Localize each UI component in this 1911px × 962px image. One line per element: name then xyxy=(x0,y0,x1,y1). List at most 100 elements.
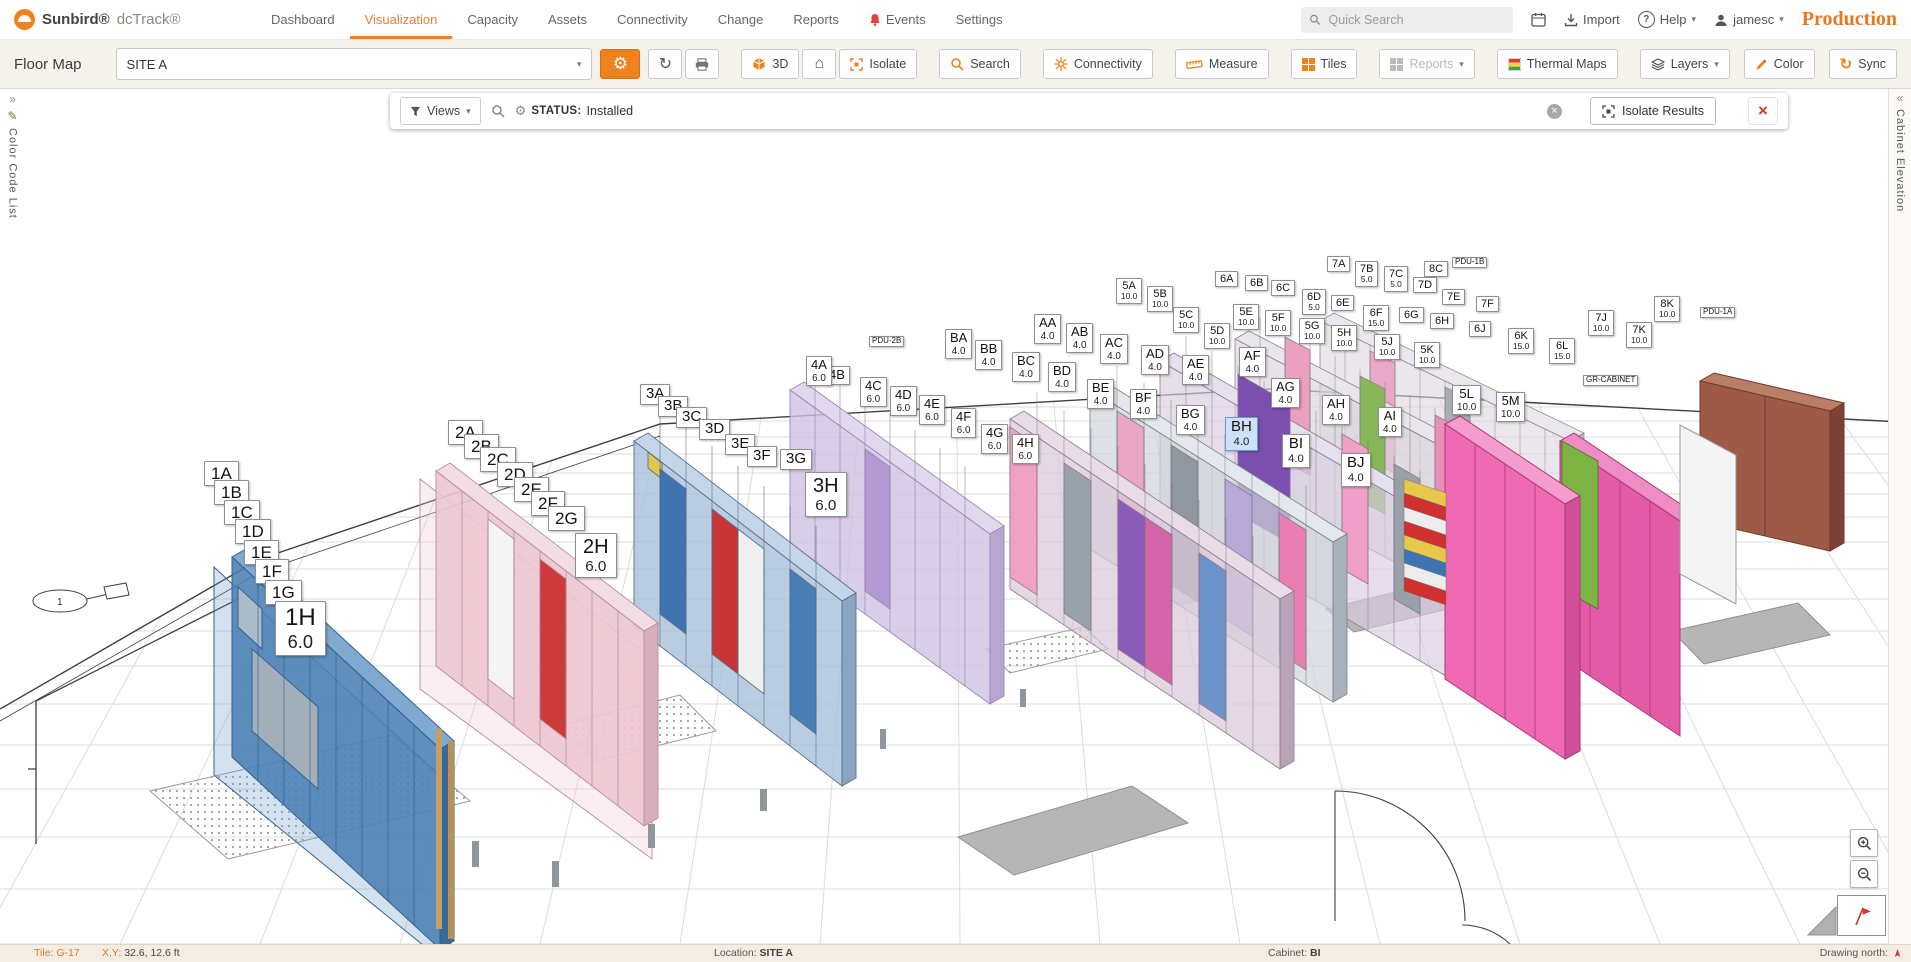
cabinet-label-BE[interactable]: BE4.0 xyxy=(1087,379,1114,409)
thermal-maps-button[interactable]: Thermal Maps xyxy=(1497,49,1618,79)
cabinet-label-6C[interactable]: 6C xyxy=(1271,280,1295,296)
cabinet-label-1H[interactable]: 1H6.0 xyxy=(275,601,326,656)
cabinet-label-5H[interactable]: 5H10.0 xyxy=(1331,325,1357,351)
cabinet-label-6A[interactable]: 6A xyxy=(1215,271,1238,287)
floor-map-canvas[interactable]: 1 xyxy=(0,89,1911,944)
cabinet-label-AH[interactable]: AH4.0 xyxy=(1322,395,1350,425)
cabinet-label-4F[interactable]: 4F6.0 xyxy=(951,408,976,438)
cabinet-label-8K[interactable]: 8K10.0 xyxy=(1654,296,1680,322)
cabinet-elevation-tab[interactable]: « Cabinet Elevation xyxy=(1888,89,1911,944)
cabinet-label-BJ[interactable]: BJ4.0 xyxy=(1341,453,1371,487)
tiles-button[interactable]: Tiles xyxy=(1291,49,1358,79)
sync-button[interactable]: ↻ Sync xyxy=(1829,49,1897,79)
cabinet-label-BB[interactable]: BB4.0 xyxy=(975,340,1002,370)
nav-item-assets[interactable]: Assets xyxy=(533,0,602,39)
cabinet-label-AB[interactable]: AB4.0 xyxy=(1066,323,1093,353)
cabinet-label-AI[interactable]: AI4.0 xyxy=(1378,407,1402,437)
cabinet-label-4H[interactable]: 4H6.0 xyxy=(1012,434,1039,464)
cabinet-label-6H[interactable]: 6H xyxy=(1430,313,1454,329)
color-code-list-tab[interactable]: » ✎ Color Code List xyxy=(0,89,25,944)
settings-gear-button[interactable]: ⚙ xyxy=(600,49,640,79)
cabinet-label-7F[interactable]: 7F xyxy=(1476,296,1499,312)
cabinet-label-PDU-1B[interactable]: PDU-1B xyxy=(1452,257,1487,268)
cabinet-label-7B[interactable]: 7B5.0 xyxy=(1355,261,1378,287)
cabinet-label-2G[interactable]: 2G xyxy=(548,506,585,531)
help-menu[interactable]: ? Help ▾ xyxy=(1638,11,1696,28)
nav-item-reports[interactable]: Reports xyxy=(778,0,854,39)
cabinet-label-5C[interactable]: 5C10.0 xyxy=(1173,307,1199,333)
cabinet-label-4D[interactable]: 4D6.0 xyxy=(890,386,917,416)
cabinet-label-BI[interactable]: BI4.0 xyxy=(1282,434,1310,468)
cabinet-label-7A[interactable]: 7A xyxy=(1327,256,1350,272)
cabinet-label-BF[interactable]: BF4.0 xyxy=(1130,389,1157,419)
zoom-out-button[interactable] xyxy=(1850,860,1878,888)
cabinet-label-4A[interactable]: 4A6.0 xyxy=(806,356,832,386)
cabinet-label-3F[interactable]: 3F xyxy=(747,446,777,467)
cabinet-label-5D[interactable]: 5D10.0 xyxy=(1204,323,1230,349)
cabinet-label-AC[interactable]: AC4.0 xyxy=(1100,334,1128,364)
import-button[interactable]: Import xyxy=(1564,12,1620,27)
close-filter-button[interactable]: × xyxy=(1748,97,1778,125)
reports-dropdown-button[interactable]: Reports ▾ xyxy=(1379,49,1474,79)
cabinet-label-4E[interactable]: 4E6.0 xyxy=(919,395,945,425)
measure-button[interactable]: Measure xyxy=(1175,49,1269,79)
nav-item-connectivity[interactable]: Connectivity xyxy=(602,0,703,39)
home-button[interactable]: ⌂ xyxy=(802,49,836,79)
search-button[interactable]: Search xyxy=(939,49,1021,79)
cabinet-label-7K[interactable]: 7K10.0 xyxy=(1626,322,1652,348)
cabinet-label-5L[interactable]: 5L10.0 xyxy=(1452,385,1481,415)
print-button[interactable] xyxy=(685,49,719,79)
cabinet-label-AD[interactable]: AD4.0 xyxy=(1141,345,1169,375)
app-logo[interactable]: Sunbird® dcTrack® xyxy=(14,9,214,30)
cabinet-label-7J[interactable]: 7J10.0 xyxy=(1588,310,1614,336)
collapse-panel-icon[interactable]: « xyxy=(1897,93,1904,103)
cabinet-label-7C[interactable]: 7C5.0 xyxy=(1384,266,1408,292)
site-selector[interactable]: SITE A ▾ xyxy=(116,48,593,80)
cabinet-label-3H[interactable]: 3H6.0 xyxy=(805,472,847,517)
zoom-in-button[interactable] xyxy=(1850,829,1878,857)
quick-search-input[interactable] xyxy=(1327,12,1505,28)
cabinet-label-BC[interactable]: BC4.0 xyxy=(1012,352,1040,382)
isolate-results-button[interactable]: Isolate Results xyxy=(1590,97,1716,125)
cabinet-label-5M[interactable]: 5M10.0 xyxy=(1496,392,1525,422)
quick-search[interactable] xyxy=(1301,7,1513,33)
cabinet-label-7D[interactable]: 7D xyxy=(1413,277,1437,293)
cabinet-label-BG[interactable]: BG4.0 xyxy=(1176,405,1205,435)
cabinet-label-8C[interactable]: 8C xyxy=(1424,261,1448,277)
expand-panel-icon[interactable]: » xyxy=(9,94,16,104)
3d-view-button[interactable]: 3D xyxy=(741,49,799,79)
cabinet-label-3G[interactable]: 3G xyxy=(780,449,812,470)
cabinet-label-6L[interactable]: 6L15.0 xyxy=(1549,338,1575,364)
nav-item-visualization[interactable]: Visualization xyxy=(350,0,453,39)
refresh-button[interactable]: ↻ xyxy=(648,49,682,79)
nav-item-change[interactable]: Change xyxy=(703,0,779,39)
cabinet-label-5A[interactable]: 5A10.0 xyxy=(1116,278,1142,304)
isolate-button[interactable]: Isolate xyxy=(839,49,917,79)
north-orientation-widget[interactable] xyxy=(1837,895,1886,936)
cabinet-label-6E[interactable]: 6E xyxy=(1331,295,1354,311)
cabinet-label-BH[interactable]: BH4.0 xyxy=(1225,417,1258,451)
layers-dropdown-button[interactable]: Layers ▾ xyxy=(1640,49,1730,79)
cabinet-label-5J[interactable]: 5J10.0 xyxy=(1374,334,1400,360)
cabinet-label-PDU-2B[interactable]: PDU-2B xyxy=(869,336,904,347)
nav-item-capacity[interactable]: Capacity xyxy=(452,0,533,39)
clear-filter-icon[interactable]: × xyxy=(1547,104,1562,119)
cabinet-label-5G[interactable]: 5G10.0 xyxy=(1299,318,1325,344)
cabinet-label-BD[interactable]: BD4.0 xyxy=(1048,362,1076,392)
cabinet-label-5K[interactable]: 5K10.0 xyxy=(1414,342,1440,368)
calendar-button[interactable] xyxy=(1531,12,1546,27)
color-button[interactable]: Color xyxy=(1744,49,1815,79)
cabinet-label-AE[interactable]: AE4.0 xyxy=(1182,355,1209,385)
cabinet-label-4C[interactable]: 4C6.0 xyxy=(860,377,887,407)
cabinet-label-7E[interactable]: 7E xyxy=(1442,289,1465,305)
cabinet-label-6J[interactable]: 6J xyxy=(1469,321,1491,337)
cabinet-label-BA[interactable]: BA4.0 xyxy=(945,329,972,359)
cabinet-label-AA[interactable]: AA4.0 xyxy=(1034,314,1061,344)
cabinet-label-4G[interactable]: 4G6.0 xyxy=(981,424,1008,454)
nav-item-events[interactable]: Events xyxy=(854,0,941,39)
nav-item-settings[interactable]: Settings xyxy=(941,0,1018,39)
cabinet-label-6F[interactable]: 6F15.0 xyxy=(1363,305,1389,331)
cabinet-label-5F[interactable]: 5F10.0 xyxy=(1265,310,1291,336)
cabinet-label-GR-CABINET[interactable]: GR-CABINET xyxy=(1583,375,1638,386)
cabinet-label-6G[interactable]: 6G xyxy=(1399,307,1424,323)
